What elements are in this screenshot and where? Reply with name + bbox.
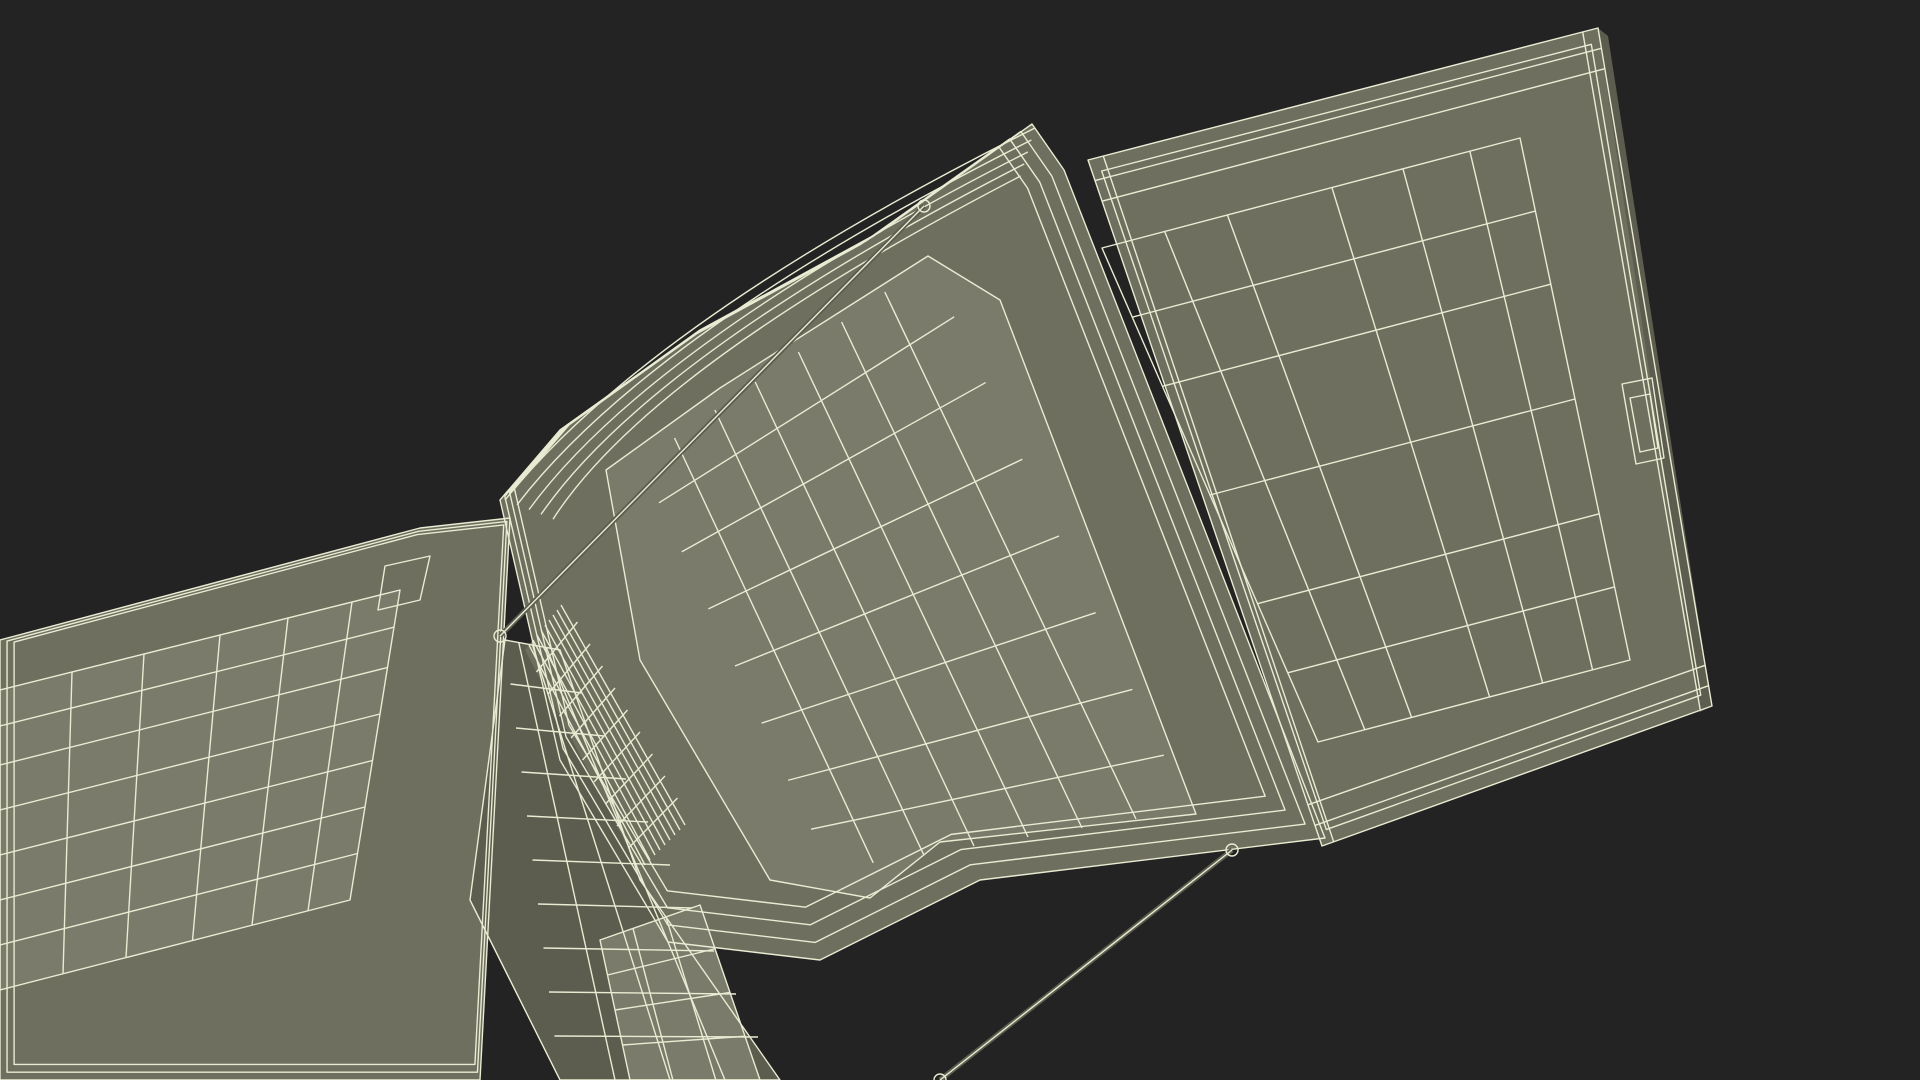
wireframe-render — [0, 0, 1920, 1080]
